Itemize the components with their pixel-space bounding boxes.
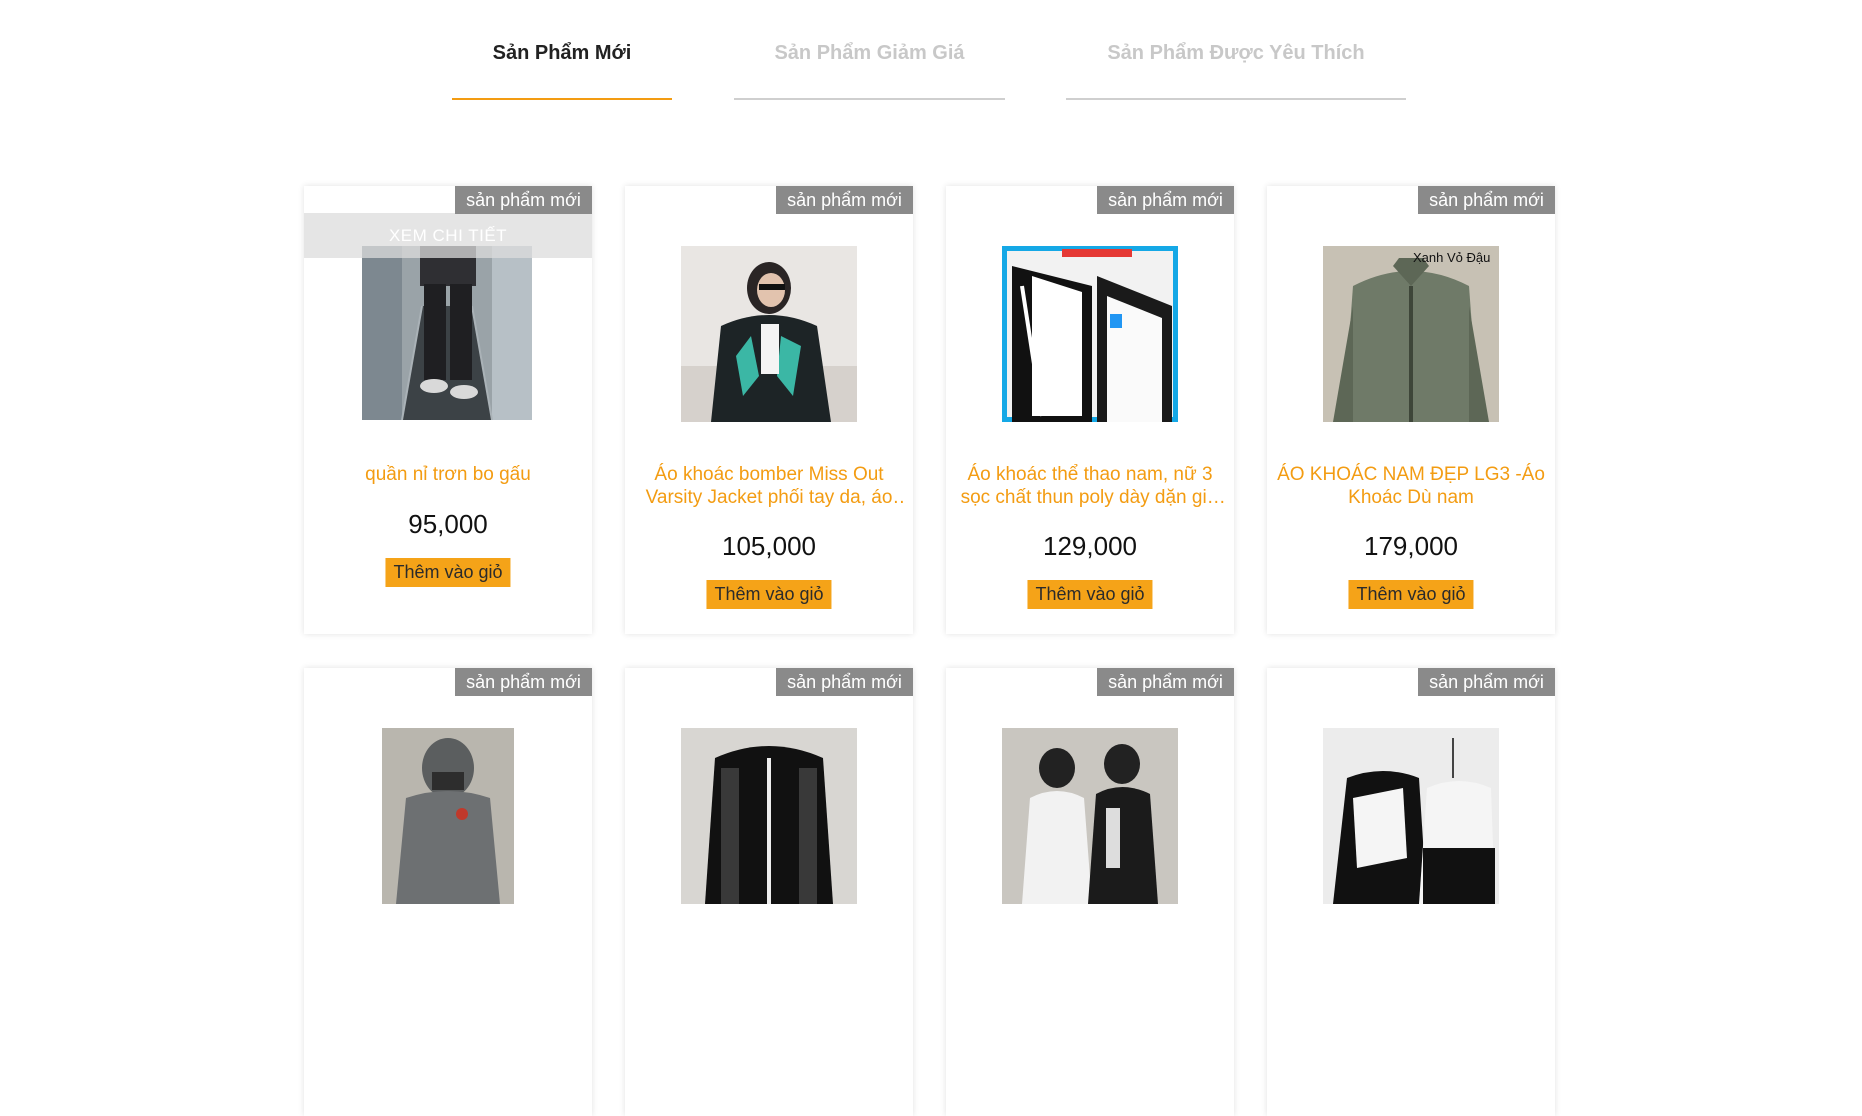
product-name[interactable]: quần nỉ trơn bo gấu — [312, 463, 584, 486]
add-to-cart-button[interactable]: Thêm vào giỏ — [1027, 580, 1153, 609]
product-name[interactable]: Áo khoác bomber Miss Out Varsity Jacket … — [633, 463, 905, 509]
product-price: 129,000 — [1043, 531, 1137, 561]
product-image[interactable] — [1002, 728, 1178, 904]
add-to-cart-button[interactable]: Thêm vào giỏ — [706, 580, 832, 609]
product-name[interactable]: ÁO KHOÁC NAM ĐẸP LG3 -Áo Khoác Dù nam — [1275, 463, 1547, 509]
tab-favorite-products[interactable]: Sản Phẩm Được Yêu Thích — [1066, 0, 1406, 100]
image-caption: Xanh Vỏ Đậu — [1413, 250, 1490, 265]
new-product-badge: sản phẩm mới — [1097, 186, 1234, 214]
product-price: 95,000 — [408, 509, 488, 539]
product-card[interactable]: sản phẩm mới Áo khoác thể thao nam, nữ 3… — [946, 186, 1234, 634]
product-image[interactable] — [681, 246, 857, 422]
product-price: 105,000 — [722, 531, 816, 561]
product-image[interactable] — [1002, 246, 1178, 422]
new-product-badge: sản phẩm mới — [1418, 668, 1555, 696]
new-product-badge: sản phẩm mới — [455, 186, 592, 214]
product-card[interactable]: sản phẩm mới — [304, 668, 592, 1116]
add-to-cart-button[interactable]: Thêm vào giỏ — [385, 558, 511, 587]
new-product-badge: sản phẩm mới — [1097, 668, 1234, 696]
product-image[interactable] — [362, 246, 532, 420]
tab-discount-products[interactable]: Sản Phẩm Giảm Giá — [734, 0, 1005, 100]
product-image[interactable] — [382, 728, 514, 904]
new-product-badge: sản phẩm mới — [1418, 186, 1555, 214]
product-card[interactable]: sản phẩm mới Áo khoác bomber Miss Out Va… — [625, 186, 913, 634]
product-image[interactable]: Xanh Vỏ Đậu — [1323, 246, 1499, 422]
tab-label: Sản Phẩm Được Yêu Thích — [1107, 42, 1365, 64]
product-card[interactable]: sản phẩm mới — [1267, 668, 1555, 1116]
product-card[interactable]: sản phẩm mới — [946, 668, 1234, 1116]
product-card[interactable]: Xanh Vỏ Đậu sản phẩm mới ÁO KHOÁC NAM ĐẸ… — [1267, 186, 1555, 634]
product-image[interactable] — [681, 728, 857, 904]
new-product-badge: sản phẩm mới — [455, 668, 592, 696]
product-card[interactable]: XEM CHI TIẾT sản phẩm mới quần nỉ trơn b… — [304, 186, 592, 634]
product-card[interactable]: sản phẩm mới — [625, 668, 913, 1116]
add-to-cart-button[interactable]: Thêm vào giỏ — [1348, 580, 1474, 609]
product-name[interactable]: Áo khoác thể thao nam, nữ 3 sọc chất thu… — [954, 463, 1226, 509]
new-product-badge: sản phẩm mới — [776, 186, 913, 214]
new-product-badge: sản phẩm mới — [776, 668, 913, 696]
view-details-overlay[interactable]: XEM CHI TIẾT — [304, 213, 592, 258]
product-tabs: Sản Phẩm Mới Sản Phẩm Giảm Giá Sản Phẩm … — [0, 0, 1862, 100]
tab-label: Sản Phẩm Giảm Giá — [774, 42, 965, 64]
tab-new-products[interactable]: Sản Phẩm Mới — [452, 0, 672, 100]
product-price: 179,000 — [1364, 531, 1458, 561]
product-image[interactable] — [1323, 728, 1499, 904]
tab-label: Sản Phẩm Mới — [492, 42, 632, 64]
